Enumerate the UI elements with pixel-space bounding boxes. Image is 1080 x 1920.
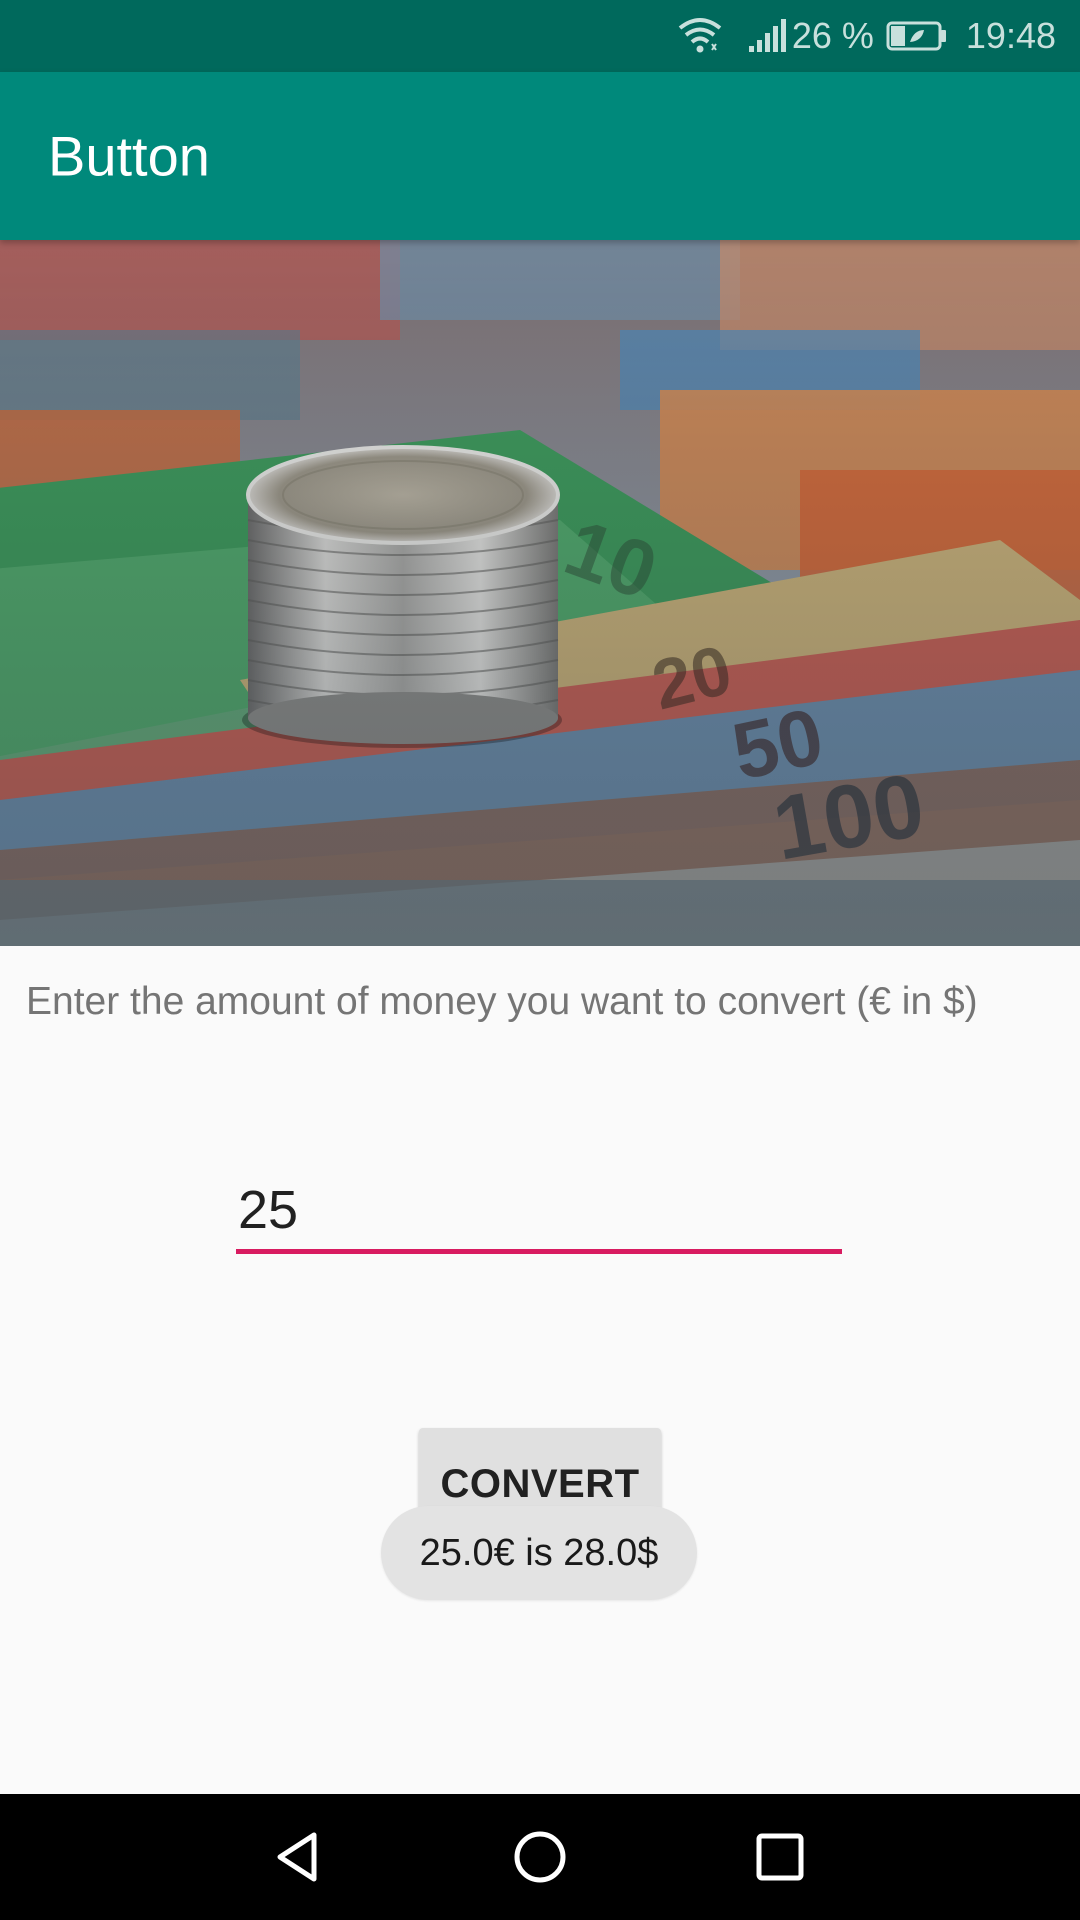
navigation-bar [0, 1794, 1080, 1920]
status-time: 19:48 [965, 15, 1056, 56]
app-bar: Button [0, 72, 1080, 240]
hero-image: 20 50 100 10 [0, 240, 1080, 946]
battery-icon [886, 21, 946, 51]
result-toast: 25.0€ is 28.0$ [381, 1506, 697, 1600]
money-photo: 20 50 100 10 [0, 240, 1080, 946]
back-icon[interactable] [270, 1827, 330, 1887]
amount-input[interactable] [236, 1170, 842, 1254]
battery-percent: 26 % [791, 15, 874, 56]
wifi-icon [678, 18, 722, 53]
instruction-text: Enter the amount of money you want to co… [26, 980, 978, 1023]
status-bar: 26 % 19:48 [0, 0, 1080, 72]
home-icon[interactable] [510, 1827, 570, 1887]
app-title: Button [48, 124, 210, 188]
recents-icon[interactable] [750, 1827, 810, 1887]
signal-icon [748, 19, 786, 52]
toast-message: 25.0€ is 28.0$ [419, 1531, 659, 1574]
